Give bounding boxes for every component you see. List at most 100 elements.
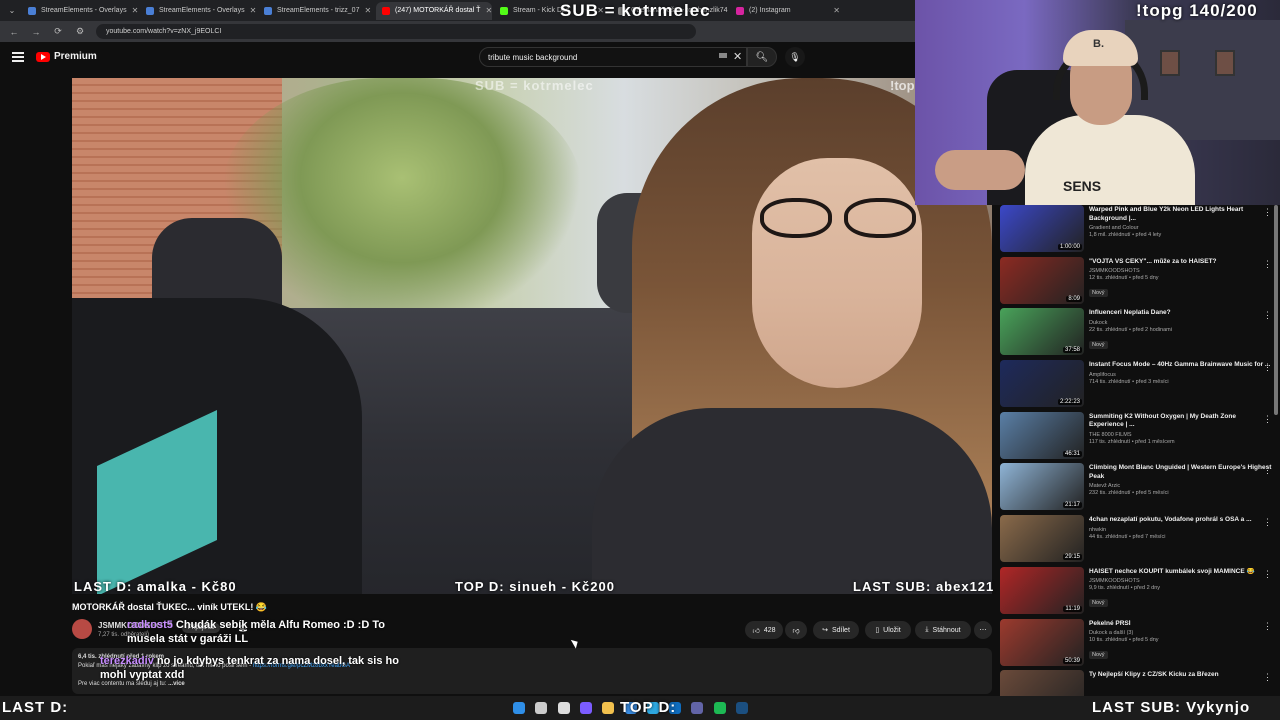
cap-letter: B. — [1093, 38, 1104, 50]
recommendation-item[interactable]: 50:39 Pekelné PRŠÍ Dukock a další (3) 10 ti… — [1000, 618, 1272, 671]
chat-message-1: radkost5 Chudák sebík měla Alfu Romeo :D… — [127, 618, 387, 646]
sidebar-scrollbar[interactable] — [1274, 205, 1278, 415]
recommendation-title[interactable]: Instant Focus Mode – 40Hz Gamma Brainwav… — [1089, 361, 1272, 370]
chat-message-2: terezkadiv no jo kdybys tenkrat za nama … — [100, 654, 420, 682]
reload-icon[interactable]: ⟳ — [52, 26, 64, 37]
recommendation-thumbnail[interactable]: 29:15 — [1000, 515, 1084, 563]
recommendation-meta: 232 tis. zhlédnutí • před 5 měsíci — [1089, 490, 1169, 497]
more-options-icon[interactable]: ⋮ — [1263, 414, 1272, 425]
more-options-icon[interactable]: ⋮ — [1263, 569, 1272, 580]
recommendation-title[interactable]: Influenceri Neplatia Dane? — [1089, 309, 1272, 318]
more-options-icon[interactable]: ⋮ — [1263, 310, 1272, 321]
menu-icon[interactable] — [12, 52, 24, 62]
tab-close-icon[interactable]: ✕ — [485, 6, 492, 15]
search-input[interactable]: tribute music background — [479, 47, 747, 67]
keyboard-icon[interactable] — [719, 53, 727, 58]
recommendation-meta: 9,9 tis. zhlédnutí • před 2 dny — [1089, 585, 1161, 592]
more-options-icon[interactable]: ⋮ — [1263, 517, 1272, 528]
windows-start-icon[interactable] — [513, 702, 525, 714]
video-duration: 50:39 — [1062, 657, 1082, 664]
tab-close-icon[interactable]: ✕ — [132, 6, 138, 15]
recommendation-item[interactable]: 1:00:00 Warped Pink and Blue Y2k Neon LED… — [1000, 205, 1272, 257]
teams-icon[interactable] — [691, 702, 704, 714]
save-button[interactable]: ▯ Uložit — [865, 621, 911, 639]
video-player[interactable] — [72, 78, 992, 594]
recommendation-item[interactable]: 2:22:23 Instant Focus Mode – 40Hz Gamma B… — [1000, 360, 1272, 412]
tab-close-icon[interactable]: ✕ — [364, 6, 371, 15]
spotify-icon[interactable] — [713, 702, 726, 714]
file-explorer-icon[interactable] — [602, 702, 615, 714]
download-button[interactable]: ⤓ Stáhnout — [915, 621, 971, 639]
tab-close-icon[interactable]: ✕ — [833, 6, 840, 15]
tab-favicon-icon — [382, 6, 390, 15]
channel-avatar[interactable] — [72, 619, 92, 639]
tab-close-icon[interactable]: ✕ — [250, 6, 256, 15]
tab-favicon-icon — [146, 6, 154, 15]
recommendation-meta: 44 tis. zhlédnutí • před 7 měsíci — [1089, 533, 1166, 540]
recommendation-thumbnail[interactable]: 21:17 — [1000, 463, 1084, 511]
dislike-button[interactable]: 👎︎ — [785, 621, 807, 639]
url-field[interactable]: youtube.com/watch?v=zNX_j9EOLCI — [96, 24, 696, 39]
youtube-play-icon — [36, 51, 50, 62]
recommendation-item[interactable]: 11:19 HAISET nechce KOUPIT kumbálek svoji… — [1000, 566, 1272, 619]
search-icon[interactable] — [535, 702, 548, 714]
recommendation-title[interactable]: Ty Nejlepší Klipy z CZ/SK Kicku za Březe… — [1089, 671, 1272, 680]
new-badge: Nový — [1089, 651, 1108, 659]
more-options-icon[interactable]: ⋮ — [1263, 672, 1272, 683]
recommendation-thumbnail[interactable]: 8:09 — [1000, 256, 1084, 304]
voice-search-button[interactable]: 🎙︎ — [785, 47, 805, 67]
forward-icon[interactable]: → — [30, 27, 42, 37]
recommendation-title[interactable]: Warped Pink and Blue Y2k Neon LED Lights… — [1089, 206, 1272, 223]
recommendation-title[interactable]: HAISET nechce KOUPIT kumbálek svoji MAMI… — [1089, 568, 1272, 577]
recommendation-info: Pekelné PRŠÍ Dukock a další (3) 10 tis. zh… — [1089, 619, 1272, 671]
video-duration: 29:15 — [1062, 554, 1082, 561]
recommendation-thumbnail[interactable]: 37:58 — [1000, 308, 1084, 356]
more-options-icon[interactable]: ⋮ — [1263, 621, 1272, 632]
task-view-icon[interactable] — [557, 702, 570, 714]
recommendation-title[interactable]: Climbing Mont Blanc Unguided | Western E… — [1089, 464, 1272, 481]
stream-last-donation: LAST D: — [2, 699, 69, 716]
recommendation-thumbnail[interactable]: 1:00:00 — [1000, 205, 1084, 252]
search-icon: 🔍︎ — [755, 51, 769, 63]
browser-tab[interactable]: (2) Instagram ✕ — [730, 2, 846, 20]
more-options-icon[interactable]: ⋮ — [1263, 465, 1272, 476]
new-badge: Nový — [1089, 599, 1108, 608]
tab-favicon-icon — [500, 6, 508, 15]
webcam-picture-frame — [1215, 50, 1235, 76]
site-info-icon[interactable]: ⚙ — [74, 26, 86, 37]
recommendation-thumbnail[interactable]: 50:39 — [1000, 618, 1084, 666]
recommendation-title[interactable]: "VOJTA VS ČEKY"... může za to HAISET? — [1089, 258, 1272, 267]
browser-tab[interactable]: StreamElements - Overlays ✕ — [22, 2, 138, 20]
video-person-face — [752, 158, 922, 388]
youtube-logo[interactable]: Premium — [36, 51, 97, 62]
recommendation-title[interactable]: 4chan nezaplatí pokutu, Vodafone prohrál… — [1089, 516, 1272, 525]
browser-tab[interactable]: StreamElements - Overlays ✕ — [140, 2, 256, 20]
browser-tab[interactable]: StreamElements - trizz_07 ✕ — [258, 2, 374, 20]
more-actions-button[interactable]: ⋯ — [974, 621, 992, 639]
tab-search-icon[interactable]: ⌄ — [4, 6, 20, 15]
recommendation-item[interactable]: 29:15 4chan nezaplatí pokutu, Vodafone pr… — [1000, 515, 1272, 567]
recommendation-title[interactable]: Pekelné PRŠÍ — [1089, 620, 1272, 629]
like-button[interactable]: 👍︎ 428 — [745, 621, 783, 639]
recommendation-item[interactable]: 21:17 Climbing Mont Blanc Unguided | West… — [1000, 463, 1272, 515]
recommendation-title[interactable]: Summiting K2 Without Oxygen | My Death Z… — [1089, 413, 1272, 430]
clear-search-icon[interactable]: ✕ — [733, 50, 742, 63]
recommendation-thumbnail[interactable]: 2:22:23 — [1000, 360, 1084, 408]
recommendation-item[interactable]: 46:31 Summiting K2 Without Oxygen | My De… — [1000, 411, 1272, 464]
back-icon[interactable]: ← — [8, 27, 20, 37]
recommendation-thumbnail[interactable]: 46:31 — [1000, 411, 1084, 459]
recommendation-thumbnail[interactable]: 11:19 — [1000, 566, 1084, 614]
recommendation-item[interactable]: 37:58 Influenceri Neplatia Dane? Dukock 22 … — [1000, 308, 1272, 360]
recommendation-info: Climbing Mont Blanc Unguided | Western E… — [1089, 463, 1272, 515]
share-button[interactable]: ↪ Sdílet — [813, 621, 859, 639]
search-button[interactable]: 🔍︎ — [747, 47, 777, 67]
more-options-icon[interactable]: ⋮ — [1263, 207, 1272, 218]
chat-app-icon[interactable] — [579, 702, 592, 714]
more-options-icon[interactable]: ⋮ — [1263, 362, 1272, 373]
steam-icon[interactable] — [736, 702, 748, 714]
recommendation-meta: 10 tis. zhlédnutí • před 5 dny — [1089, 637, 1159, 643]
browser-tab[interactable]: (247) MOTORKÁŘ dostal Ť ✕ — [376, 1, 492, 20]
more-options-icon[interactable]: ⋮ — [1263, 259, 1272, 270]
recommendation-item[interactable]: 8:09 "VOJTA VS ČEKY"... může za to HAISET… — [1000, 256, 1272, 309]
chat-nick-1: radkost5 — [127, 619, 173, 631]
